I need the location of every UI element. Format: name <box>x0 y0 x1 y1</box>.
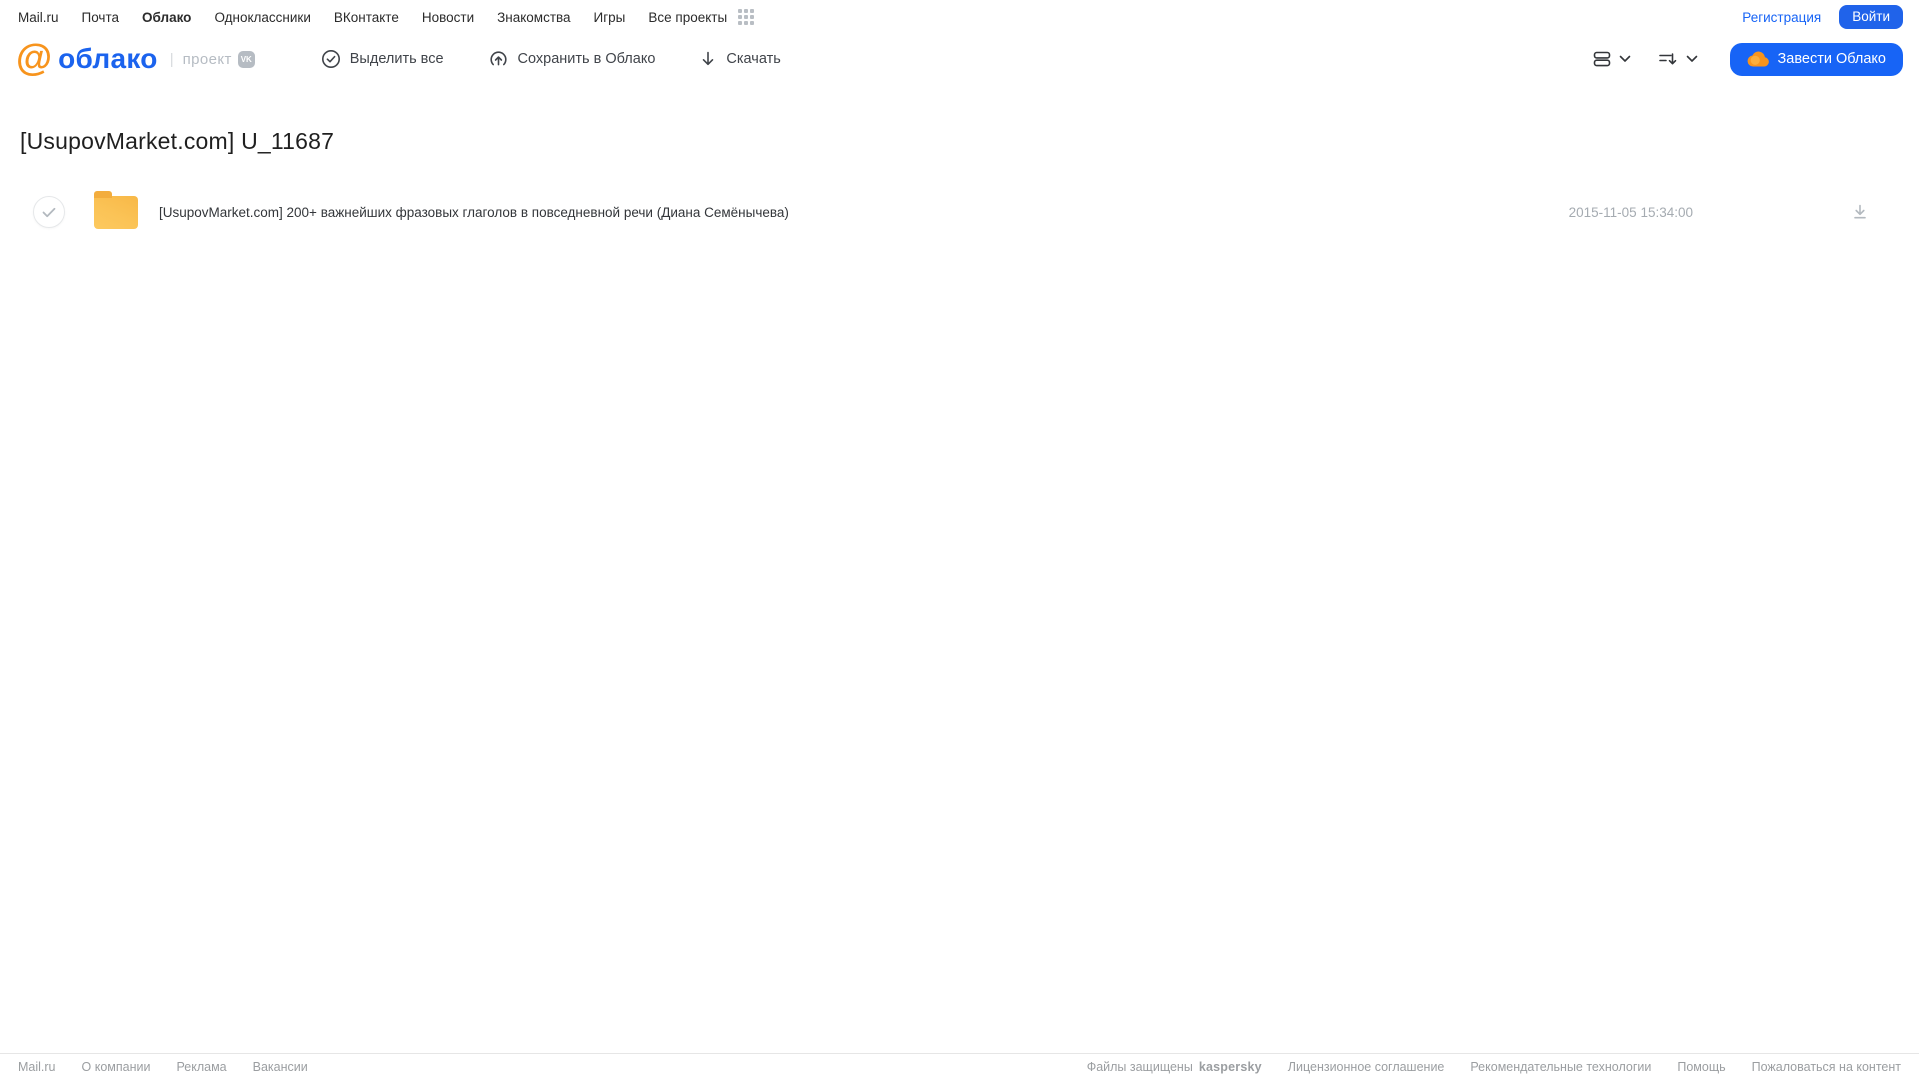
topbar-right: Регистрация Войти <box>1742 5 1903 29</box>
registration-link[interactable]: Регистрация <box>1742 10 1821 25</box>
logo-divider: | <box>169 50 174 68</box>
view-mode-dropdown[interactable] <box>1592 49 1631 69</box>
download-arrow-icon <box>703 51 714 66</box>
kaspersky-logo[interactable]: kaspersky <box>1199 1060 1262 1074</box>
chevron-down-icon <box>1686 55 1697 62</box>
row-download-button[interactable] <box>1851 203 1869 221</box>
download-button[interactable]: Скачать <box>699 49 781 69</box>
header: @ облако | проект VK Выделить все Сохран… <box>0 30 1919 88</box>
save-to-cloud-label: Сохранить в Облако <box>517 51 656 67</box>
sort-dropdown[interactable] <box>1657 49 1698 69</box>
select-all-label: Выделить все <box>349 51 444 67</box>
file-row[interactable]: [UsupovMarket.com] 200+ важнейших фразов… <box>20 189 1899 235</box>
cloud-logo[interactable]: @ облако | проект VK <box>16 37 255 78</box>
apps-grid-icon[interactable] <box>738 9 755 25</box>
footer-ads-link[interactable]: Реклама <box>176 1060 226 1074</box>
footer-left-links: Mail.ru О компании Реклама Вакансии <box>18 1060 308 1074</box>
topnav-all-projects[interactable]: Все проекты <box>648 10 727 25</box>
list-view-icon <box>1593 51 1610 67</box>
footer-report-link[interactable]: Пожаловаться на контент <box>1752 1060 1901 1074</box>
topnav-cloud[interactable]: Облако <box>142 10 191 25</box>
footer-license-link[interactable]: Лицензионное соглашение <box>1288 1060 1445 1074</box>
file-date: 2015-11-05 15:34:00 <box>1568 204 1693 220</box>
topnav-mailru[interactable]: Mail.ru <box>18 10 59 25</box>
topnav-games[interactable]: Игры <box>594 10 626 25</box>
chevron-down-icon <box>1619 55 1630 62</box>
header-right-controls: Завести Облако <box>1592 42 1903 76</box>
select-all-button[interactable]: Выделить все <box>321 49 444 69</box>
vk-badge-icon: VK <box>237 50 255 68</box>
cloud-upload-icon <box>489 51 507 66</box>
mailru-at-icon: @ <box>16 37 53 78</box>
check-circle-icon <box>321 50 340 68</box>
login-button[interactable]: Войти <box>1839 5 1903 29</box>
protected-by-label: Файлы защищены <box>1086 1059 1193 1074</box>
get-cloud-button[interactable]: Завести Облако <box>1729 42 1903 76</box>
sort-icon <box>1658 53 1676 65</box>
topnav-news[interactable]: Новости <box>422 10 474 25</box>
footer-mailru-link[interactable]: Mail.ru <box>18 1060 56 1074</box>
cloud-icon <box>1747 51 1769 67</box>
footer-right-links: Файлы защищены kaspersky Лицензионное со… <box>1087 1060 1901 1074</box>
topnav-vkontakte[interactable]: ВКонтакте <box>334 10 399 25</box>
check-icon <box>42 207 56 217</box>
topnav-odnoklassniki[interactable]: Одноклассники <box>214 10 310 25</box>
top-bar: Mail.ru Почта Облако Одноклассники ВКонт… <box>0 0 1919 30</box>
footer: Mail.ru О компании Реклама Вакансии Файл… <box>0 1053 1919 1079</box>
file-toolbar: Выделить все Сохранить в Облако Скачать <box>321 49 781 69</box>
file-name[interactable]: [UsupovMarket.com] 200+ важнейших фразов… <box>159 205 1569 220</box>
footer-jobs-link[interactable]: Вакансии <box>253 1060 308 1074</box>
save-to-cloud-button[interactable]: Сохранить в Облако <box>488 49 656 69</box>
get-cloud-label: Завести Облако <box>1777 50 1886 67</box>
logo-project-label: проект <box>182 50 232 68</box>
download-label: Скачать <box>726 51 781 67</box>
folder-icon <box>94 190 138 229</box>
footer-help-link[interactable]: Помощь <box>1677 1060 1725 1074</box>
page-title: [UsupovMarket.com] U_11687 <box>20 128 335 154</box>
main-content: [UsupovMarket.com] U_11687 [UsupovMarket… <box>0 128 1919 235</box>
topnav-mail[interactable]: Почта <box>82 10 120 25</box>
row-checkbox[interactable] <box>33 196 65 228</box>
top-navigation: Mail.ru Почта Облако Одноклассники ВКонт… <box>18 9 755 25</box>
footer-recommendations-link[interactable]: Рекомендательные технологии <box>1470 1060 1651 1074</box>
download-icon <box>1854 204 1866 219</box>
footer-about-link[interactable]: О компании <box>82 1060 151 1074</box>
logo-wordmark: облако <box>58 43 158 74</box>
topnav-dating[interactable]: Знакомства <box>497 10 570 25</box>
kaspersky-protection: Файлы защищены kaspersky <box>1087 1060 1262 1074</box>
